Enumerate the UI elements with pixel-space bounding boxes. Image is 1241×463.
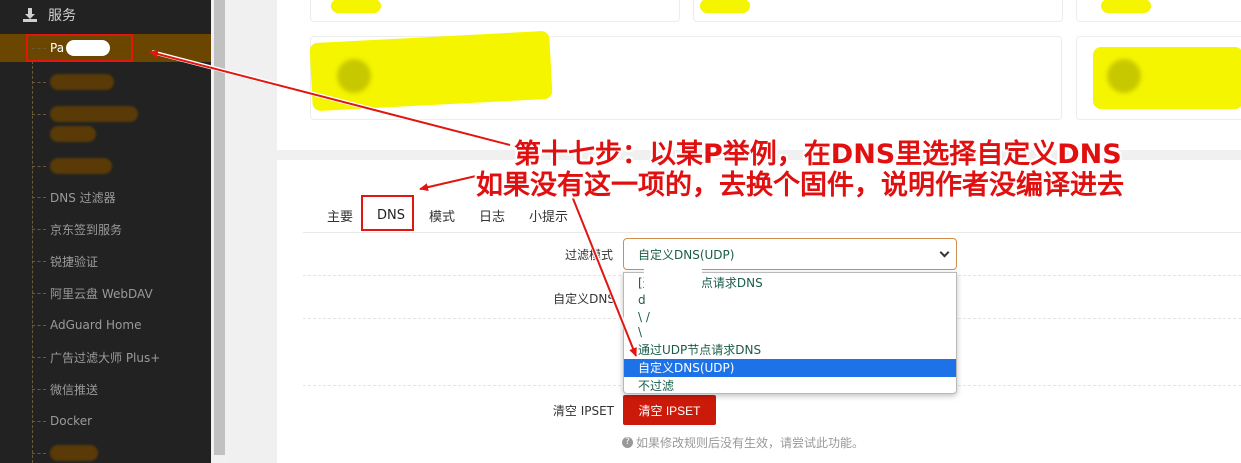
arrow-to-dns-tab (419, 175, 477, 192)
arrow-to-sidebar (149, 50, 511, 146)
arrow-to-option (571, 195, 637, 357)
annotation-line-2: 如果没有这一项的，去换个固件，说明作者没编译进去 (476, 170, 1124, 201)
annotation-arrows (149, 50, 638, 357)
